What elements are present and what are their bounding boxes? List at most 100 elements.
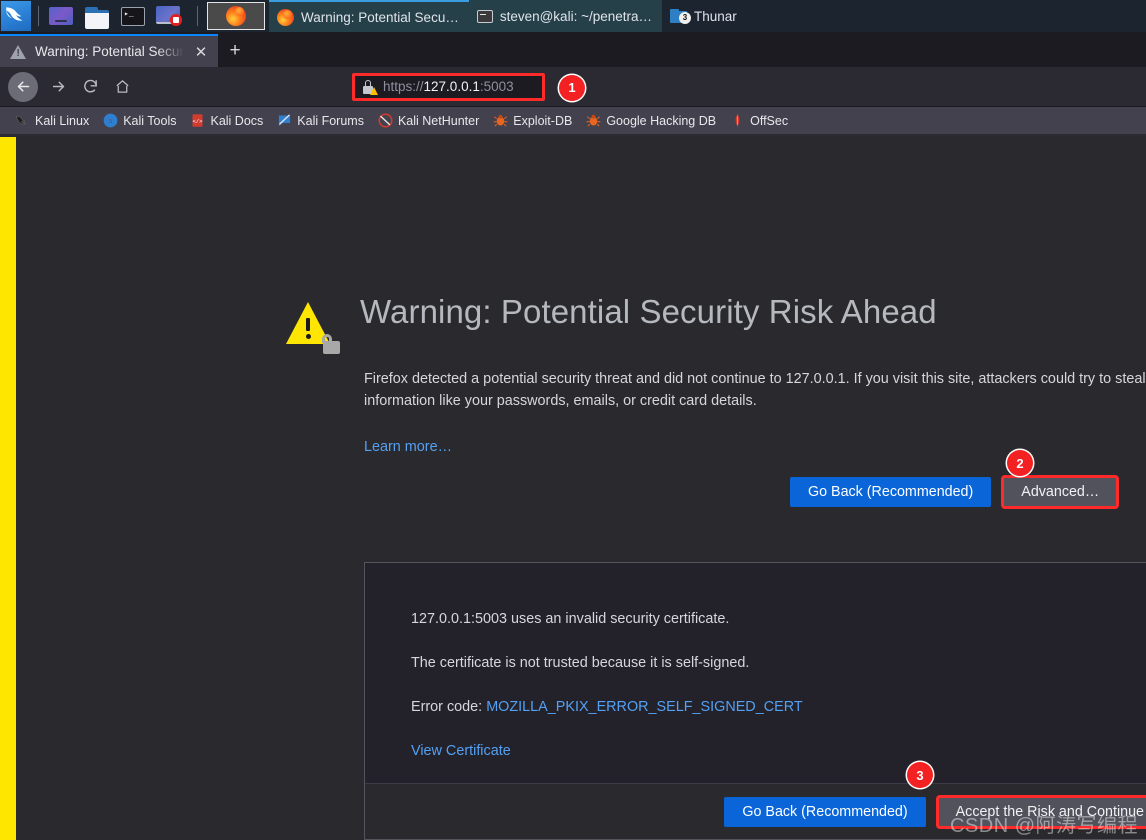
advanced-panel-body: 127.0.0.1:5003 uses an invalid security …: [365, 563, 1146, 789]
cert-selfsigned-line: The certificate is not trusted because i…: [411, 655, 750, 671]
close-icon[interactable]: ✕: [192, 43, 210, 61]
terminal-launcher[interactable]: [118, 2, 148, 30]
taskbar-task-label: steven@kali: ~/penetra…: [499, 8, 652, 24]
bookmark-exploit-db[interactable]: Exploit-DB: [486, 111, 579, 130]
bookmark-google-hacking-db[interactable]: Google Hacking DB: [579, 111, 723, 130]
page-content-area: Warning: Potential Security Risk Ahead F…: [0, 137, 1146, 840]
page-title: Warning: Potential Security Risk Ahead: [360, 293, 937, 330]
bookmark-kali-docs[interactable]: </> Kali Docs: [183, 111, 270, 130]
learn-more-link[interactable]: Learn more…: [364, 439, 452, 455]
kali-tools-icon: π: [103, 113, 118, 128]
url-bar-wrapper: https://127.0.0.1:5003 1: [352, 72, 585, 101]
thunar-icon-wrap: 3: [670, 9, 691, 24]
window-count-badge: 3: [679, 12, 691, 24]
svg-text:</>: </>: [193, 118, 204, 125]
bookmark-label: Google Hacking DB: [606, 113, 717, 128]
record-icon: [156, 6, 182, 26]
kali-dragon-glyph: [15, 115, 26, 125]
bug-icon: [586, 113, 601, 128]
browser-navigation-toolbar: https://127.0.0.1:5003 1: [0, 67, 1146, 107]
bookmark-kali-tools[interactable]: π Kali Tools: [96, 111, 183, 130]
warning-lock-icon: [286, 302, 340, 354]
bookmark-label: OffSec: [750, 113, 789, 128]
error-code-value[interactable]: MOZILLA_PKIX_ERROR_SELF_SIGNED_CERT: [486, 699, 802, 715]
kali-dragon-glyph: [6, 7, 23, 21]
arrow-left-icon: [17, 81, 29, 92]
warning-triangle-icon: !: [10, 44, 27, 60]
file-manager-launcher[interactable]: [82, 2, 112, 30]
desktop-taskbar: Warning: Potential Secu… steven@kali: ~/…: [0, 0, 1146, 32]
primary-button-row: Go Back (Recommended) Advanced…: [790, 475, 1120, 509]
error-code-prefix: Error code:: [411, 699, 487, 715]
screen-recorder-launcher[interactable]: [154, 2, 184, 30]
url-host: 127.0.0.1: [423, 79, 480, 94]
offsec-dragon-icon: [730, 113, 745, 128]
folder-icon: [85, 6, 109, 29]
bookmark-label: Kali NetHunter: [397, 113, 480, 128]
kali-dragon-logo-icon[interactable]: [1, 1, 31, 31]
lock-warning-icon[interactable]: [363, 79, 378, 95]
bookmark-offsec[interactable]: OffSec: [723, 111, 795, 130]
terminal-icon: [121, 6, 145, 26]
taskbar-task-label: Warning: Potential Secu…: [301, 9, 459, 25]
taskbar-separator: [38, 6, 39, 26]
home-icon: [115, 80, 129, 93]
bookmark-kali-nethunter[interactable]: Kali NetHunter: [371, 111, 486, 130]
browser-tab-title: Warning: Potential Secur: [35, 44, 184, 59]
url-bar[interactable]: https://127.0.0.1:5003: [352, 72, 545, 101]
taskbar-separator-2: [197, 6, 198, 26]
kali-forums-glyph: [279, 114, 291, 127]
forward-button[interactable]: [42, 71, 74, 103]
kali-docs-glyph: </>: [193, 114, 204, 127]
kali-forums-icon: [277, 113, 292, 128]
advanced-button[interactable]: Advanced…: [1001, 475, 1120, 509]
go-back-button-secondary[interactable]: Go Back (Recommended): [724, 796, 926, 827]
url-text: https://127.0.0.1:5003: [383, 79, 514, 94]
view-certificate-link[interactable]: View Certificate: [411, 743, 1146, 759]
bookmark-label: Kali Forums: [297, 113, 364, 128]
browser-tab-active[interactable]: ! Warning: Potential Secur ✕: [0, 34, 218, 67]
bug-glyph: [493, 114, 508, 127]
cert-invalid-line: 127.0.0.1:5003 uses an invalid security …: [411, 611, 730, 627]
url-port: :5003: [479, 79, 514, 94]
taskbar-task-label: Thunar: [694, 8, 737, 24]
error-description: Firefox detected a potential security th…: [364, 371, 1146, 409]
go-back-button[interactable]: Go Back (Recommended): [790, 477, 992, 507]
advanced-details-panel: 127.0.0.1:5003 uses an invalid security …: [364, 562, 1146, 840]
web-browser-launcher[interactable]: [46, 2, 76, 30]
url-scheme: https://: [383, 79, 424, 94]
bookmark-label: Exploit-DB: [513, 113, 573, 128]
reload-icon: [83, 79, 97, 93]
svg-text:π: π: [109, 118, 113, 125]
bookmarks-toolbar: Kali Linux π Kali Tools </> Kali Docs Ka…: [0, 107, 1146, 135]
bookmark-kali-linux[interactable]: Kali Linux: [8, 111, 96, 130]
bug-glyph: [586, 114, 601, 127]
firefox-icon: [226, 6, 246, 26]
bug-icon: [493, 113, 508, 128]
kali-nethunter-glyph: [378, 113, 393, 128]
browser-tab-strip: ! Warning: Potential Secur ✕ +: [0, 32, 1146, 67]
offsec-dragon-glyph: [735, 113, 740, 128]
accept-risk-button[interactable]: Accept the Risk and Continue: [935, 794, 1146, 829]
back-button[interactable]: [8, 71, 38, 102]
kali-nethunter-icon: [378, 113, 393, 128]
reload-button[interactable]: [74, 71, 106, 103]
taskbar-task-firefox[interactable]: Warning: Potential Secu…: [269, 0, 469, 32]
error-code-line: Error code: MOZILLA_PKIX_ERROR_SELF_SIGN…: [411, 699, 1146, 715]
bookmark-label: Kali Docs: [210, 113, 264, 128]
taskbar-task-thunar[interactable]: 3 Thunar: [662, 0, 747, 32]
active-window-button[interactable]: [207, 2, 265, 30]
firefox-icon: [277, 8, 294, 26]
error-page: Warning: Potential Security Risk Ahead F…: [16, 137, 1146, 840]
bookmark-label: Kali Tools: [123, 113, 177, 128]
home-button[interactable]: [106, 71, 138, 103]
error-page-header: Warning: Potential Security Risk Ahead: [286, 292, 937, 354]
kali-dragon-icon: [15, 113, 30, 128]
advanced-panel-footer: Go Back (Recommended) Accept the Risk an…: [365, 783, 1146, 839]
taskbar-task-terminal[interactable]: steven@kali: ~/penetra…: [468, 0, 662, 32]
annotation-badge-1: 1: [559, 74, 585, 101]
new-tab-button[interactable]: +: [218, 35, 252, 67]
terminal-icon: [476, 9, 493, 23]
annotation-badge-3: 3: [907, 762, 933, 788]
bookmark-kali-forums[interactable]: Kali Forums: [270, 111, 371, 130]
